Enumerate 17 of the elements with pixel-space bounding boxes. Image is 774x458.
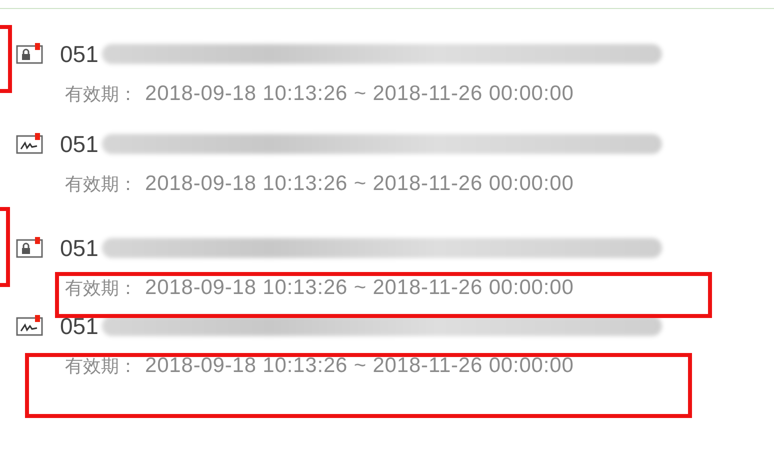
locked-certificate-icon (16, 43, 44, 65)
validity-label: 有效期： (65, 173, 137, 196)
annotation-box (0, 25, 12, 93)
validity-label: 有效期： (65, 277, 137, 300)
signature-certificate-icon (16, 133, 44, 155)
certificate-name: 051 (60, 40, 98, 68)
certificate-name: 051 (60, 130, 98, 158)
locked-certificate-icon (16, 237, 44, 259)
validity-period: 2018-09-18 10:13:26 ~ 2018-11-26 00:00:00 (145, 276, 574, 300)
signature-certificate-icon (16, 315, 44, 337)
certificate-name: 051 (60, 234, 98, 262)
validity-period: 2018-09-18 10:13:26 ~ 2018-11-26 00:00:00 (145, 354, 574, 378)
validity-period: 2018-09-18 10:13:26 ~ 2018-11-26 00:00:00 (145, 82, 574, 106)
validity-period: 2018-09-18 10:13:26 ~ 2018-11-26 00:00:00 (145, 172, 574, 196)
validity-label: 有效期： (65, 83, 137, 106)
certificate-name: 051 (60, 312, 98, 340)
validity-label: 有效期： (65, 355, 137, 378)
